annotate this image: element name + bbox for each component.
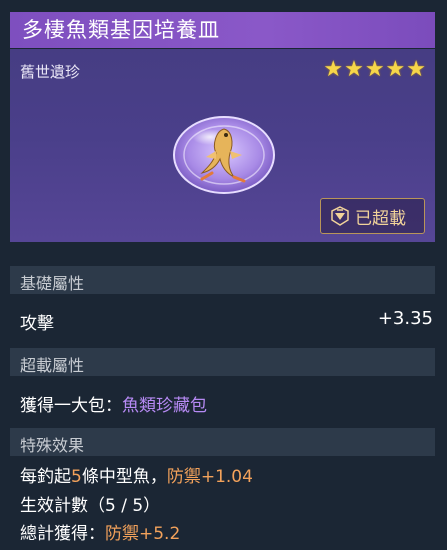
item-banner: 舊世遺珍 ★★★★★ 已超載: [10, 49, 435, 242]
attack-value: +3.35: [377, 308, 433, 329]
effect-counter: 生效計數（5 / 5）: [20, 496, 161, 516]
section-heading: 基礎屬性: [20, 274, 85, 293]
title-bar: 多棲魚類基因培養皿: [10, 12, 435, 48]
overloaded-label: 已超載: [355, 209, 406, 229]
item-detail-panel: 多棲魚類基因培養皿 舊世遺珍 ★★★★★ 已超載 基礎屬性 攻擊 +3.35 超…: [0, 0, 447, 550]
total-stat: 防禦: [105, 524, 139, 544]
section-base-attributes: 基礎屬性: [10, 266, 435, 294]
reward-name: 魚類珍藏包: [122, 396, 207, 416]
effect-line-1: 每釣起5條中型魚，防禦+1.04: [20, 462, 253, 487]
item-title: 多棲魚類基因培養皿: [22, 18, 220, 42]
section-heading: 特殊效果: [20, 436, 85, 455]
gem-icon: [331, 206, 349, 226]
star-rating: ★★★★★: [323, 57, 427, 82]
reward-label: 獲得一大包：: [20, 396, 122, 416]
petri-dish-fish-icon: [173, 116, 275, 194]
effect-stat: 防禦: [166, 467, 201, 487]
effect-value: +1.04: [200, 467, 253, 487]
effect-total-row: 總計獲得：防禦+5.2: [20, 519, 180, 544]
effect-text: 條中型魚，: [81, 467, 167, 487]
fish-count: 5: [71, 467, 82, 487]
rarity-label: 舊世遺珍: [20, 63, 81, 81]
section-overload-attributes: 超載屬性: [10, 348, 435, 376]
total-value: +5.2: [139, 524, 181, 544]
effect-text: 每釣起: [20, 467, 71, 487]
section-heading: 超載屬性: [20, 356, 85, 375]
effect-text: 總計獲得：: [20, 524, 105, 544]
attack-label: 攻擊: [20, 314, 54, 334]
section-special-effects: 特殊效果: [10, 428, 435, 456]
overloaded-badge: 已超載: [320, 198, 425, 234]
overload-reward-row: 獲得一大包：魚類珍藏包: [20, 391, 207, 416]
